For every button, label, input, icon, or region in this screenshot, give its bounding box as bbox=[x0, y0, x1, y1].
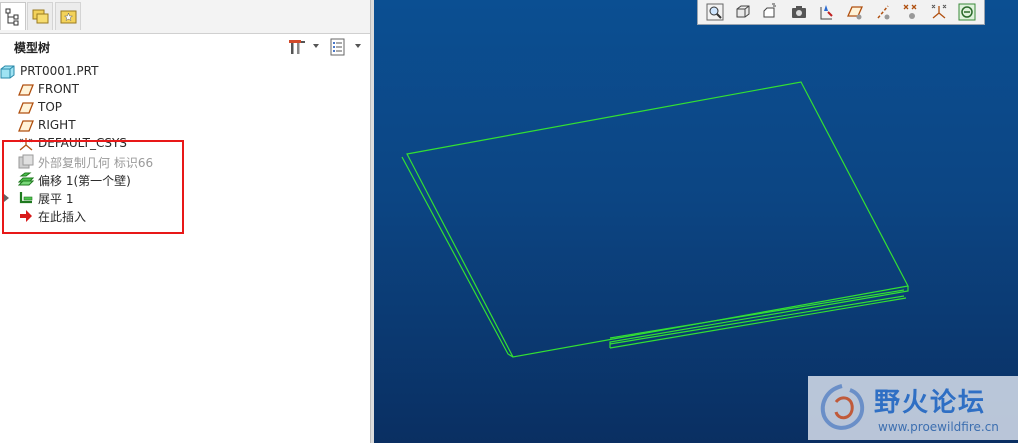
folders-icon bbox=[32, 9, 49, 24]
part-icon bbox=[0, 65, 15, 79]
favorites-tab[interactable] bbox=[55, 2, 81, 30]
graphics-viewport[interactable]: 野火论坛 www.proewildfire.cn bbox=[374, 0, 1018, 443]
tree-structure-icon bbox=[5, 8, 19, 26]
tree-settings-button[interactable] bbox=[287, 38, 319, 56]
wall-front-edge bbox=[609, 286, 909, 348]
navigator-panel: 模型树 PRT0001.PRT FRONT TOP RIGHT DEFAULT_… bbox=[0, 0, 370, 443]
chevron-down-icon bbox=[313, 44, 319, 48]
forum-logo-icon bbox=[820, 384, 865, 430]
chevron-down-icon bbox=[355, 44, 361, 48]
datum-plane-icon bbox=[18, 102, 34, 114]
forum-watermark: 野火论坛 www.proewildfire.cn bbox=[808, 376, 1018, 440]
wall-top-edge bbox=[406, 81, 909, 358]
folder-browser-tab[interactable] bbox=[27, 2, 53, 30]
model-tree-header: 模型树 bbox=[0, 34, 370, 60]
watermark-title: 野火论坛 bbox=[874, 388, 987, 418]
star-folder-icon bbox=[60, 10, 77, 24]
watermark-url: www.proewildfire.cn bbox=[878, 420, 999, 434]
navigator-tab-bar bbox=[0, 0, 370, 34]
model-tree-title: 模型树 bbox=[14, 41, 51, 55]
annotation-highlight-box bbox=[2, 140, 184, 234]
datum-plane-icon bbox=[18, 84, 34, 96]
wall-left-edge bbox=[401, 156, 514, 358]
datum-plane-icon bbox=[18, 120, 34, 132]
tools-icon bbox=[289, 40, 305, 54]
list-icon bbox=[330, 38, 345, 56]
model-tree-tab[interactable] bbox=[0, 2, 26, 30]
tree-show-button[interactable] bbox=[329, 38, 361, 56]
